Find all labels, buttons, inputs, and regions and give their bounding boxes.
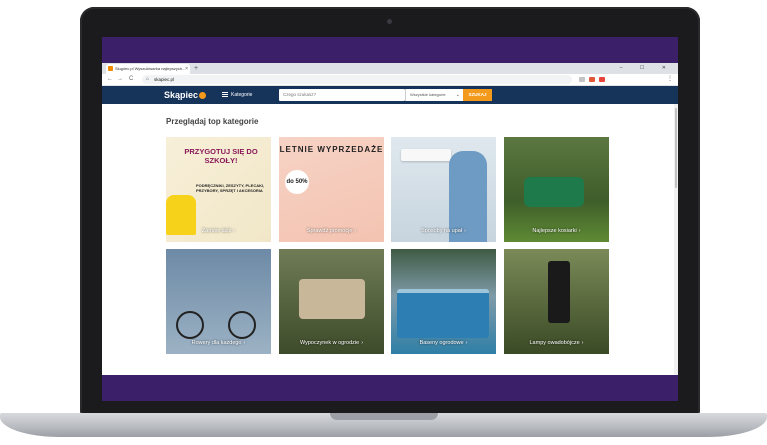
lawn-mower-image <box>524 177 584 207</box>
laptop-screen: Skąpiec.pl Wyszukiwarka najlepszych... ×… <box>102 37 678 401</box>
category-card-insect-lamps[interactable]: Lampy owadobójcze › <box>504 249 609 354</box>
site-logo[interactable]: Skąpiec <box>164 89 207 101</box>
laptop-notch <box>330 413 438 420</box>
address-bar[interactable]: ⌂ skapiec.pl <box>142 75 572 84</box>
pool-image <box>397 289 489 338</box>
card-label: Sprawdź promocje › <box>306 228 357 234</box>
card-label: Lampy owadobójcze › <box>529 340 584 346</box>
rewards-icon[interactable] <box>599 77 605 82</box>
logo-text: Skąpiec <box>164 90 199 100</box>
favicon-icon <box>108 66 113 71</box>
category-card-mowers[interactable]: Najlepsze kosiarki › <box>504 137 609 242</box>
laptop-bezel: Skąpiec.pl Wyszukiwarka najlepszych... ×… <box>80 7 700 415</box>
browser-window: Skąpiec.pl Wyszukiwarka najlepszych... ×… <box>102 63 678 375</box>
chevron-right-icon: › <box>581 340 584 346</box>
promo-title: LETNIE WYPRZEDAŻE <box>279 145 384 154</box>
url-text: skapiec.pl <box>154 77 175 82</box>
card-label: Zamów dziś › <box>201 228 236 234</box>
chevron-right-icon: › <box>354 228 357 234</box>
screen-top-band <box>102 37 678 63</box>
card-label: Najlepsze kosiarki › <box>532 228 581 234</box>
scrollbar-thumb[interactable] <box>675 108 677 188</box>
camera-icon <box>387 19 392 24</box>
bicycle-wheel-image <box>176 311 204 339</box>
new-tab-button[interactable]: + <box>194 63 198 74</box>
tab-close-icon[interactable]: × <box>185 64 188 74</box>
tab-strip: Skąpiec.pl Wyszukiwarka najlepszych... ×… <box>102 63 678 74</box>
category-select[interactable]: Wszystkie kategorie ⌄ <box>405 89 463 101</box>
chevron-right-icon: › <box>464 228 466 234</box>
logo-sun-icon <box>199 92 207 99</box>
categories-label: Kategorie <box>231 92 253 98</box>
search-input[interactable]: Czego szukasz? <box>279 89 405 101</box>
chevron-right-icon: › <box>243 340 246 346</box>
card-label: Rowery dla każdego › <box>191 340 246 346</box>
card-label: Sposoby na upał › <box>421 228 466 234</box>
screen-bottom-band <box>102 375 678 401</box>
reload-icon[interactable]: C <box>129 74 133 85</box>
search-placeholder: Czego szukasz? <box>283 92 317 97</box>
bicycle-wheel-image <box>228 311 256 339</box>
search-button[interactable]: SZUKAJ <box>463 89 492 101</box>
discount-badge: do 50% <box>285 170 309 194</box>
garden-swing-image <box>299 279 365 319</box>
category-card-school[interactable]: PRZYGOTUJ SIĘ DO SZKOŁY! PODRĘCZNIKI, ZE… <box>166 137 271 242</box>
browser-menu-icon[interactable]: ⋮ <box>667 74 673 85</box>
window-controls[interactable]: – ☐ ✕ <box>620 63 674 74</box>
brave-shield-icon[interactable] <box>589 77 595 82</box>
promo-subtitle: PODRĘCZNIKI, ZESZYTY, PLECAKI, PRZYBORY,… <box>196 183 265 193</box>
air-conditioner-image <box>401 149 451 161</box>
category-card-bikes[interactable]: Rowery dla każdego › <box>166 249 271 354</box>
category-card-sale[interactable]: LETNIE WYPRZEDAŻE do 50% Sprawdź promocj… <box>279 137 384 242</box>
browser-tab[interactable]: Skąpiec.pl Wyszukiwarka najlepszych... × <box>106 64 190 74</box>
site-header: Skąpiec Kategorie Czego szukasz? Wszystk… <box>102 86 678 104</box>
promo-title: PRZYGOTUJ SIĘ DO SZKOŁY! <box>184 147 258 165</box>
categories-menu-button[interactable]: Kategorie <box>222 91 252 99</box>
chevron-right-icon: › <box>361 340 364 346</box>
chevron-down-icon: ⌄ <box>455 92 460 98</box>
hamburger-icon <box>222 92 228 97</box>
section-heading: Przeglądaj top kategorie <box>166 117 259 126</box>
back-icon[interactable]: ← <box>107 74 113 85</box>
chevron-right-icon: › <box>578 228 581 234</box>
category-card-garden[interactable]: Wypoczynek w ogrodzie › <box>279 249 384 354</box>
category-select-value: Wszystkie kategorie <box>410 92 446 97</box>
category-card-pools[interactable]: Baseny ogrodowe › <box>391 249 496 354</box>
chevron-right-icon: › <box>465 340 468 346</box>
extension-icon[interactable] <box>579 77 585 82</box>
insect-lamp-image <box>548 261 570 323</box>
card-label: Baseny ogrodowe › <box>419 340 468 346</box>
category-card-heat[interactable]: Sposoby na upał › <box>391 137 496 242</box>
card-label: Wypoczynek w ogrodzie › <box>299 340 364 346</box>
forward-icon[interactable]: → <box>117 74 123 85</box>
home-icon: ⌂ <box>146 76 150 82</box>
page-scrollbar[interactable] <box>674 104 678 375</box>
browser-toolbar: ← → C ⌂ skapiec.pl ⋮ <box>102 74 678 86</box>
tab-title: Skąpiec.pl Wyszukiwarka najlepszych... <box>115 66 186 71</box>
chevron-right-icon: › <box>233 228 236 234</box>
